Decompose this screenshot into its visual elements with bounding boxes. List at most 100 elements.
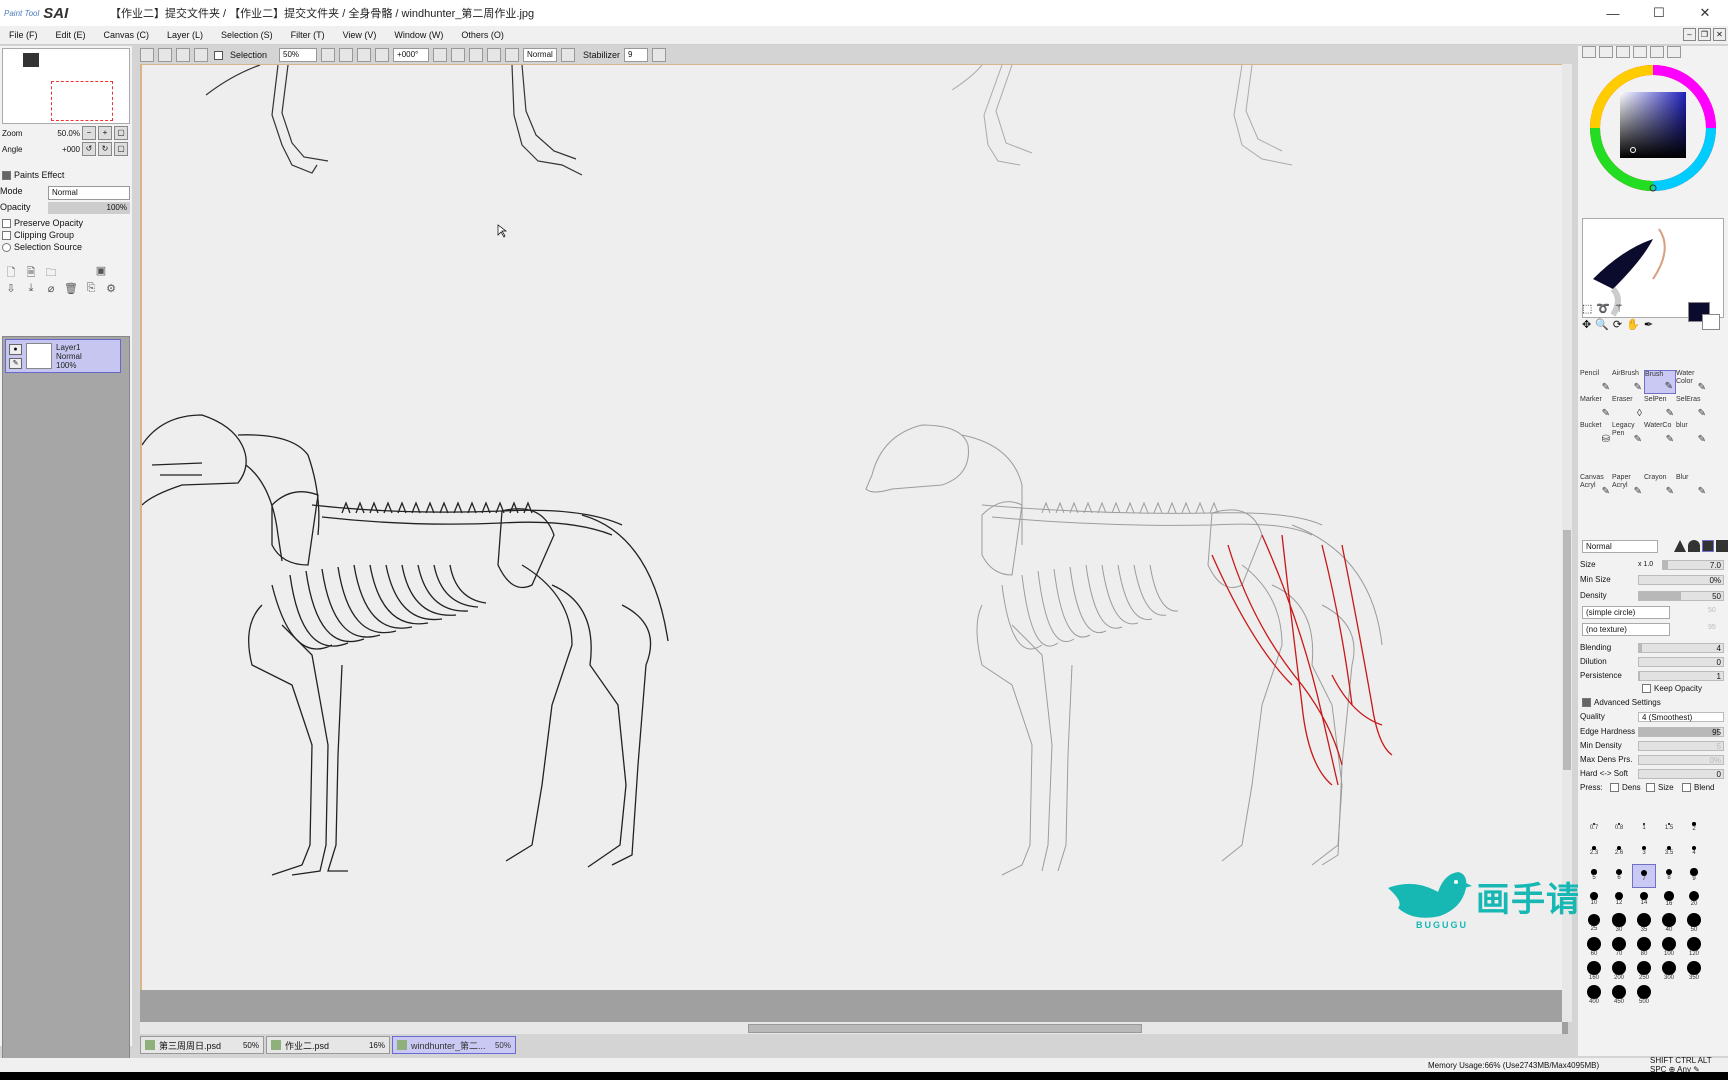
new-layer-icon[interactable]: 🗋: [4, 264, 18, 279]
brush-size-cell[interactable]: 50: [1682, 912, 1706, 936]
tool-paper-acryl[interactable]: Paper Acryl ✎: [1612, 474, 1644, 498]
brush-size-cell[interactable]: 0.7: [1582, 816, 1606, 840]
menu-others[interactable]: Others (O): [452, 30, 513, 40]
brush-size-cell[interactable]: 3: [1632, 840, 1656, 864]
brush-size-cell[interactable]: 120: [1682, 936, 1706, 960]
brush-size-cell[interactable]: 40: [1657, 912, 1681, 936]
move-icon[interactable]: ✥: [1582, 318, 1591, 331]
toolbar-rotate-reset-icon[interactable]: [469, 48, 484, 62]
toolbar-blend-select[interactable]: Normal: [523, 48, 558, 62]
brush-size-cell[interactable]: 2: [1682, 816, 1706, 840]
brush-size-cell[interactable]: 400: [1582, 984, 1606, 1008]
rect-select-icon[interactable]: ⬚: [1582, 302, 1592, 315]
quality-select[interactable]: 4 (Smoothest): [1638, 711, 1724, 722]
menu-layer[interactable]: Layer (L): [158, 30, 212, 40]
toolbar-zoom-in-icon[interactable]: [357, 48, 372, 62]
undo-icon[interactable]: [140, 48, 154, 62]
brush-size-cell[interactable]: 35: [1632, 912, 1656, 936]
brush-size-cell[interactable]: 4: [1682, 840, 1706, 864]
brush-size-cell[interactable]: 3.5: [1657, 840, 1681, 864]
tool-waterco[interactable]: WaterCo ✎: [1644, 422, 1676, 446]
navigator-viewport-box[interactable]: [51, 81, 113, 121]
toolbar-zoom-dropdown-icon[interactable]: [321, 48, 336, 62]
toolbar-rotate-right-icon[interactable]: [451, 48, 466, 62]
brush-size-cell[interactable]: 2.3: [1582, 840, 1606, 864]
tool-crayon[interactable]: Crayon ✎: [1644, 474, 1676, 498]
selection-source-row[interactable]: Selection Source: [0, 242, 132, 252]
brush-size-cell[interactable]: 450: [1607, 984, 1631, 1008]
rotate-left-button[interactable]: ↺: [82, 142, 96, 156]
dilution-slider[interactable]: 0: [1638, 656, 1724, 667]
brush-size-cell[interactable]: 350: [1682, 960, 1706, 984]
eyedropper-icon[interactable]: ✒: [1644, 318, 1653, 331]
color-mix-tab-icon[interactable]: [1633, 46, 1647, 58]
press-dens-checkbox[interactable]: [1610, 783, 1619, 792]
density-slider[interactable]: 50: [1638, 590, 1724, 601]
tab-doc-2[interactable]: 作业二.psd 16%: [266, 1036, 390, 1054]
delete-layer-icon[interactable]: 🗑: [64, 282, 78, 296]
deselect-icon[interactable]: [176, 48, 190, 62]
toolbar-rotate-left-icon[interactable]: [433, 48, 448, 62]
press-size-checkbox[interactable]: [1646, 783, 1655, 792]
tab-doc-3[interactable]: windhunter_第二... 50%: [392, 1036, 516, 1054]
scratchpad-tab-icon[interactable]: [1667, 46, 1681, 58]
color-wheel[interactable]: [1580, 60, 1726, 198]
brush-size-cell[interactable]: 500: [1632, 984, 1656, 1008]
shape-sharp-icon[interactable]: [1674, 540, 1686, 552]
mask-icon[interactable]: ▣: [94, 264, 108, 278]
paints-effect-header[interactable]: Paints Effect: [0, 170, 132, 180]
minimize-button[interactable]: —: [1590, 0, 1636, 26]
menu-view[interactable]: View (V): [334, 30, 386, 40]
swatches-tab-icon[interactable]: [1650, 46, 1664, 58]
min-size-slider[interactable]: 0%: [1638, 574, 1724, 585]
brush-size-cell[interactable]: 1: [1632, 816, 1656, 840]
zoom-value[interactable]: 50.0%: [32, 129, 80, 138]
shape-square-icon[interactable]: [1716, 540, 1728, 552]
hard-soft-slider[interactable]: 0: [1638, 768, 1724, 779]
magic-wand-icon[interactable]: ⚚: [1614, 302, 1624, 315]
shape-round-icon[interactable]: [1688, 540, 1700, 552]
toolbar-blend-dropdown-icon[interactable]: [561, 48, 576, 62]
color-wheel-tab-icon[interactable]: [1582, 46, 1596, 58]
brush-size-cell[interactable]: 60: [1582, 936, 1606, 960]
clipping-group-checkbox[interactable]: [2, 230, 11, 240]
navigator-preview[interactable]: [2, 48, 130, 124]
toolbar-angle-input[interactable]: +000°: [393, 48, 430, 62]
mdi-minimize-icon[interactable]: –: [1683, 28, 1696, 41]
keep-opacity-checkbox[interactable]: [1642, 684, 1651, 693]
menu-window[interactable]: Window (W): [385, 30, 452, 40]
brush-size-cell[interactable]: 12: [1607, 888, 1631, 912]
tool-airbrush[interactable]: AirBrush ✎: [1612, 370, 1644, 394]
brush-size-cell[interactable]: 14: [1632, 888, 1656, 912]
lasso-icon[interactable]: ➰: [1596, 302, 1610, 315]
tool-pencil[interactable]: Pencil ✎: [1580, 370, 1612, 394]
pen-icon[interactable]: ✎: [9, 358, 22, 369]
press-blend-checkbox[interactable]: [1682, 783, 1691, 792]
brush-size-cell[interactable]: 160: [1582, 960, 1606, 984]
tool-selpen[interactable]: SelPen ✎: [1644, 396, 1676, 420]
close-button[interactable]: ✕: [1682, 0, 1728, 26]
copy-layer-icon[interactable]: ⎘: [84, 282, 98, 296]
background-color-swatch[interactable]: [1702, 314, 1720, 330]
brush-size-cell[interactable]: 300: [1657, 960, 1681, 984]
brush-size-cell[interactable]: 20: [1682, 888, 1706, 912]
tool-blur-small[interactable]: blur ✎: [1676, 422, 1708, 446]
tool-watercolor[interactable]: Water Color ✎: [1676, 370, 1708, 394]
brush-size-cell[interactable]: 100: [1657, 936, 1681, 960]
selection-checkbox[interactable]: [214, 50, 223, 60]
shape-select[interactable]: (simple circle): [1582, 606, 1670, 619]
brush-size-cell[interactable]: 10: [1582, 888, 1606, 912]
menu-file[interactable]: File (F): [0, 30, 47, 40]
brush-blend-select[interactable]: Normal: [1582, 540, 1658, 553]
mdi-close-icon[interactable]: ✕: [1713, 28, 1726, 41]
brush-size-cell[interactable]: 0.8: [1607, 816, 1631, 840]
horizontal-scroll-thumb[interactable]: [748, 1024, 1142, 1033]
size-multiplier[interactable]: x 1.0: [1638, 561, 1662, 568]
stabilizer-select[interactable]: 9: [624, 48, 649, 62]
brush-size-cell[interactable]: 30: [1607, 912, 1631, 936]
toolbar-flip-icon[interactable]: [487, 48, 502, 62]
new-linework-icon[interactable]: 🗎: [24, 264, 38, 279]
toolbar-zoom-out-icon[interactable]: [339, 48, 354, 62]
brush-size-cell[interactable]: 70: [1607, 936, 1631, 960]
size-slider[interactable]: 7.0: [1662, 559, 1724, 570]
